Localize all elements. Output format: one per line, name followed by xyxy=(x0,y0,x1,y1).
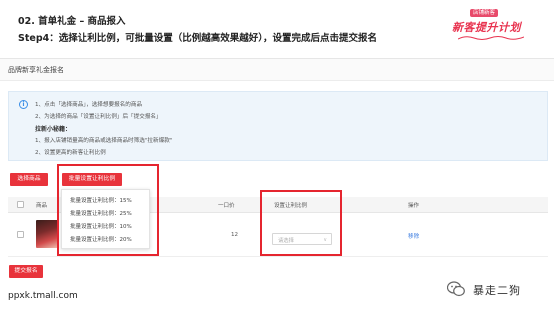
footer-url: ppxk.tmall.com xyxy=(8,291,78,301)
logo-squiggle-icon xyxy=(458,36,524,40)
new-customer-plan-logo: 店铺新客 新客提升计划 xyxy=(452,9,530,43)
slide-title: 02. 首单礼金 – 商品报入 xyxy=(18,16,126,27)
panel-header: 品牌新享礼金报名 xyxy=(0,59,554,81)
highlight-batch-ratio xyxy=(57,164,159,256)
notice-line-2: 2、为选择的商品「设置让利比例」后「提交报名」 xyxy=(35,114,162,120)
slide-step-instruction: Step4：选择让利比例，可批量设置（比例越高效果越好），设置完成后点击提交报名 xyxy=(18,33,377,44)
wechat-icon xyxy=(447,281,465,297)
logo-tag: 店铺新客 xyxy=(470,9,499,17)
wechat-watermark: 暴走二狗 xyxy=(447,279,547,299)
wechat-account-name: 暴走二狗 xyxy=(473,284,521,297)
select-all-checkbox[interactable] xyxy=(17,201,24,208)
logo-text: 新客提升计划 xyxy=(452,21,521,34)
column-goods: 商品 xyxy=(36,203,48,209)
remove-link[interactable]: 移除 xyxy=(408,232,419,240)
panel-title: 品牌新享礼金报名 xyxy=(8,66,64,74)
column-price: 一口价 xyxy=(218,203,235,209)
info-icon: i xyxy=(19,100,28,109)
select-goods-button[interactable]: 选择商品 xyxy=(10,173,48,186)
column-action: 操作 xyxy=(408,203,420,209)
submit-signup-button[interactable]: 提交报名 xyxy=(9,265,43,278)
row-checkbox[interactable] xyxy=(17,231,24,238)
row-price: 12 xyxy=(231,232,239,238)
notice-line-1: 1、点击「选择商品」，选择想要报名的商品 xyxy=(35,102,143,108)
highlight-ratio-select xyxy=(260,190,342,256)
notice-tip-1: 1、报入店铺销量高的商品或选择商品时筛选"拉新爆款" xyxy=(35,138,173,144)
product-thumbnail[interactable] xyxy=(36,220,58,248)
notice-tip-2: 2、设置更高的新客让利比例 xyxy=(35,150,106,156)
instruction-notice: i 1、点击「选择商品」，选择想要报名的商品 2、为选择的商品「设置让利比例」后… xyxy=(8,91,548,161)
signup-panel: 品牌新享礼金报名 i 1、点击「选择商品」，选择想要报名的商品 2、为选择的商品… xyxy=(0,58,554,300)
notice-heading: 拉新小秘籍： xyxy=(35,126,72,133)
